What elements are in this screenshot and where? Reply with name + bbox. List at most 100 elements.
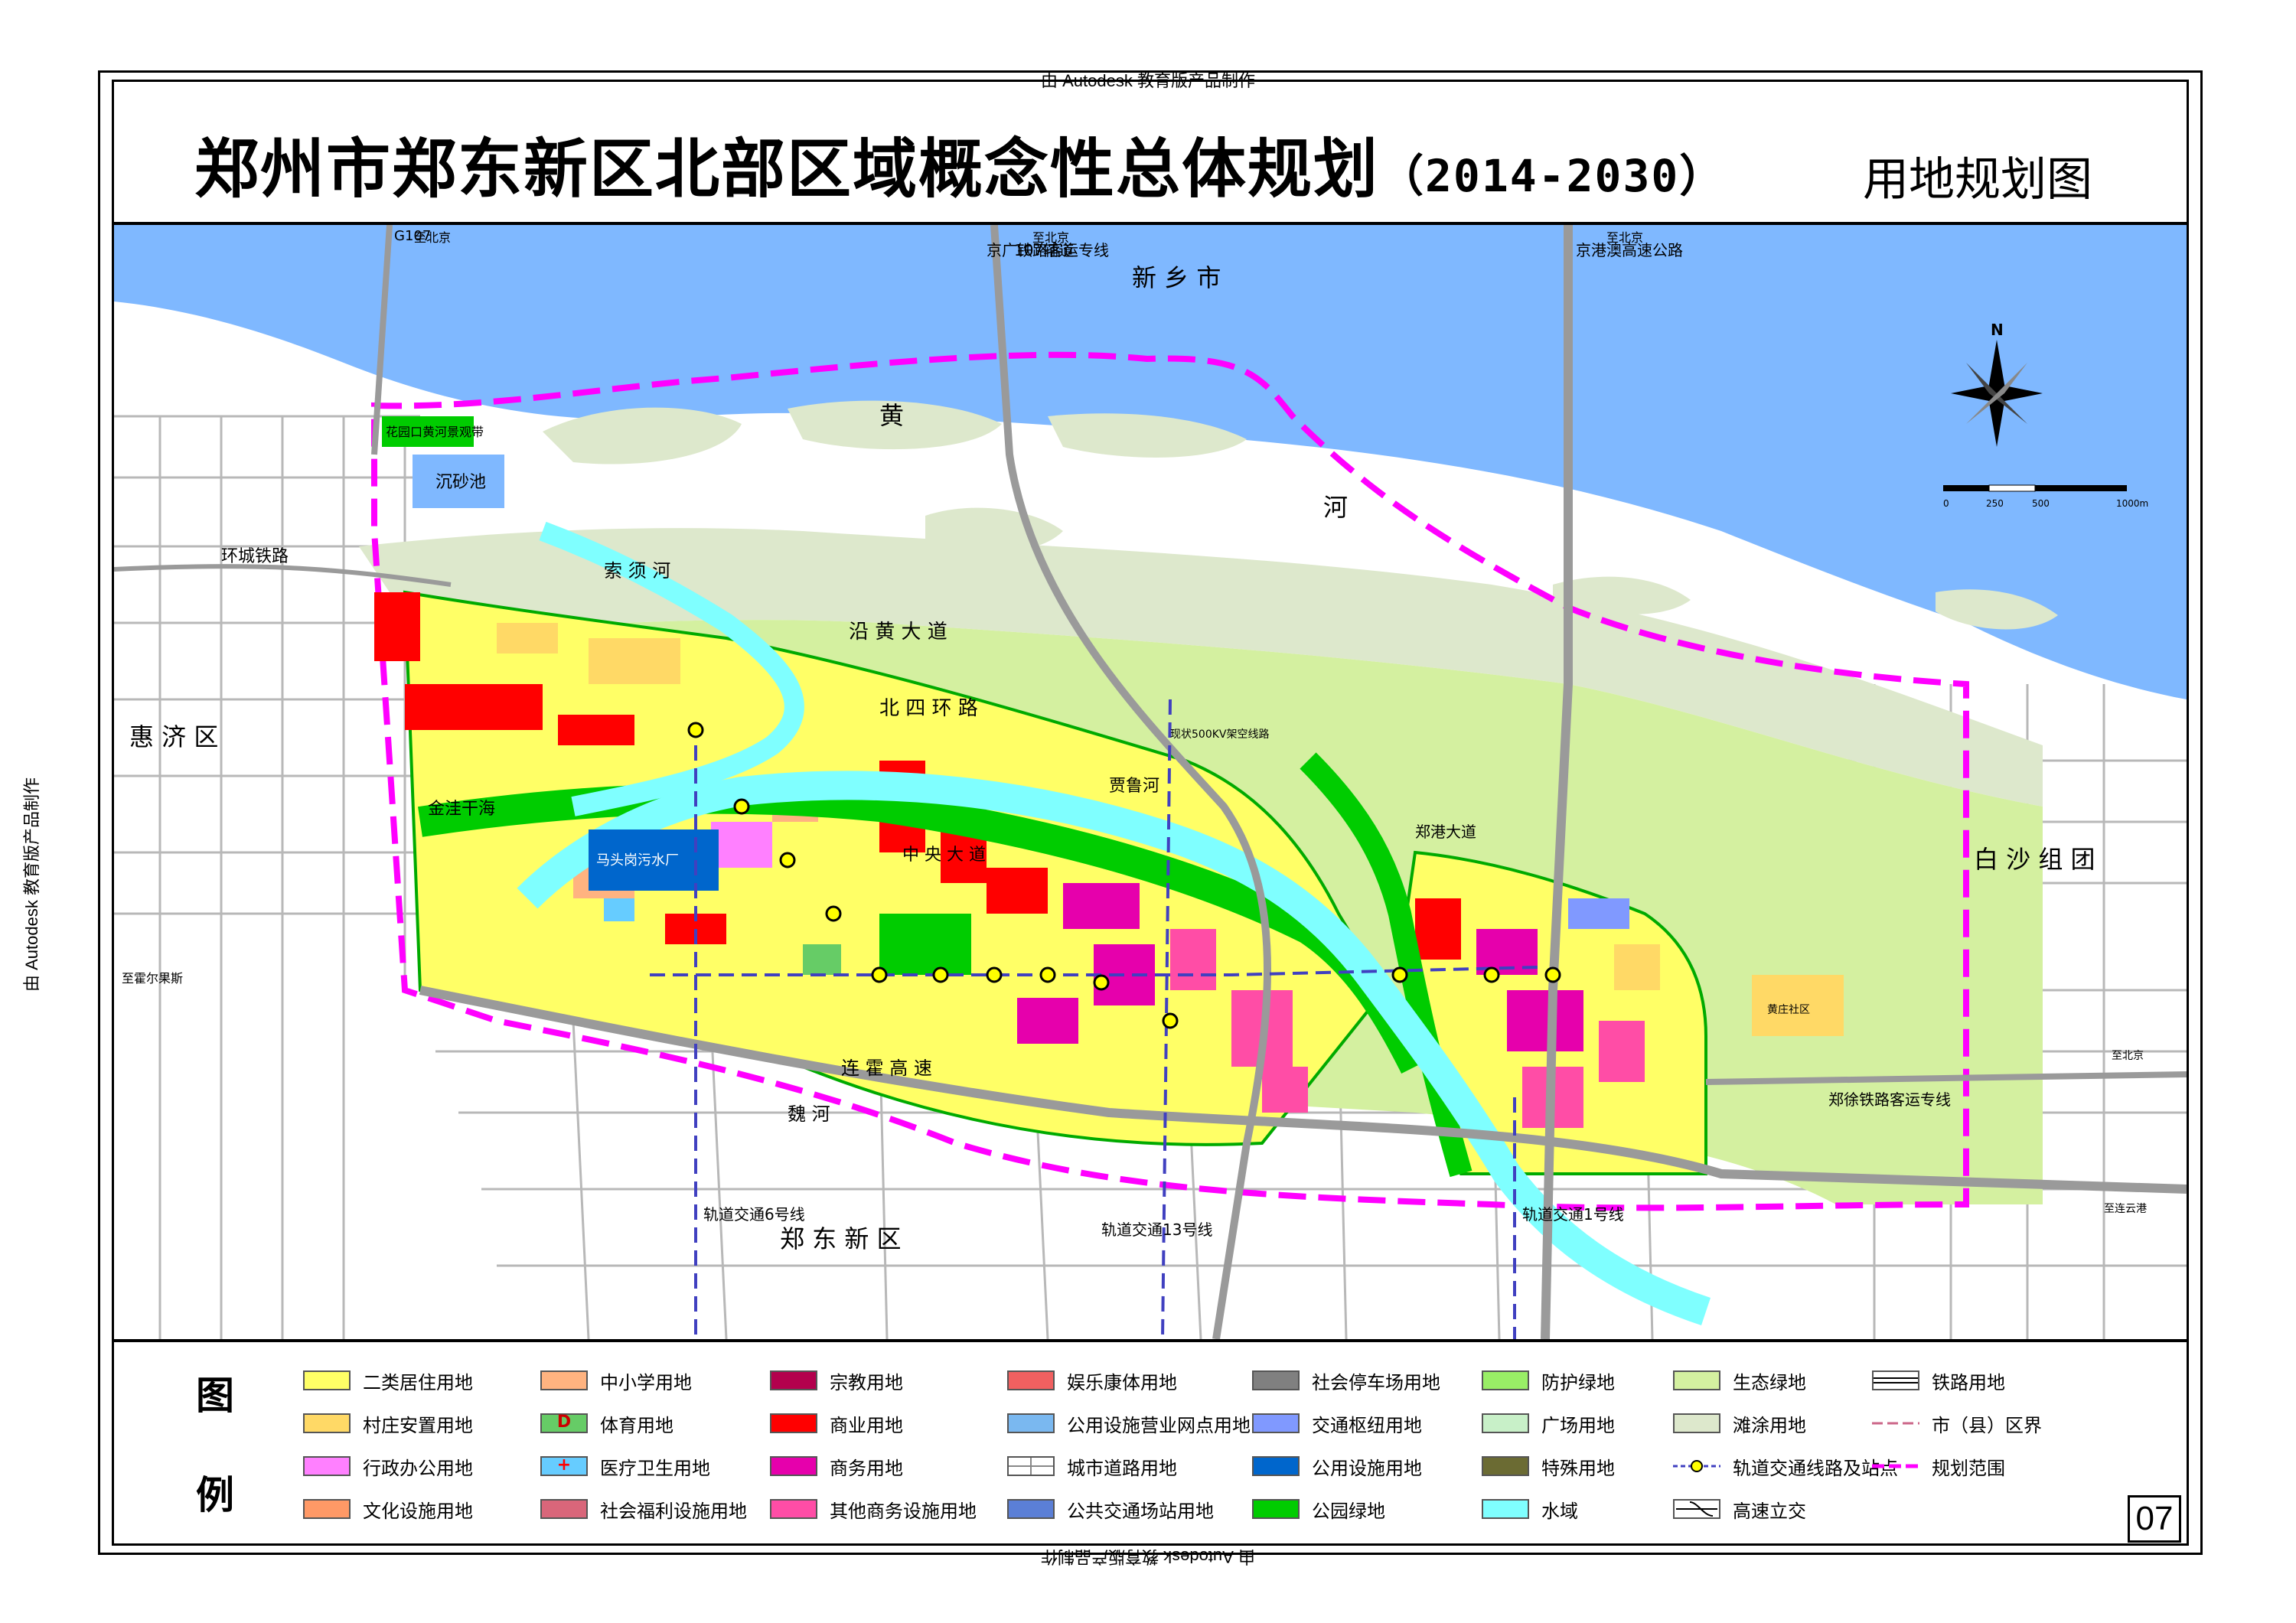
label-huiji: 惠 济 区 bbox=[129, 722, 218, 751]
legend-label: 交通枢纽用地 bbox=[1312, 1414, 1422, 1436]
page-number: 07 bbox=[2128, 1495, 2181, 1543]
legend-swatch bbox=[770, 1413, 817, 1433]
legend-label: 水域 bbox=[1541, 1500, 1578, 1522]
scale-1000: 1000m bbox=[2116, 498, 2148, 509]
main-title: 郑州市郑东新区北部区域概念性总体规划（2014-2030） bbox=[194, 118, 1725, 210]
legend-swatch bbox=[1007, 1413, 1055, 1433]
legend-item: 社会福利设施用地 bbox=[540, 1494, 747, 1524]
label-zhihuoerguosi: 至霍尔果斯 bbox=[122, 971, 183, 986]
legend-swatch bbox=[303, 1370, 351, 1390]
legend-item: 公园绿地 bbox=[1252, 1494, 1385, 1524]
legend-item: 生态绿地 bbox=[1673, 1365, 1806, 1396]
legend-item: 水域 bbox=[1482, 1494, 1578, 1524]
label-guidao13: 轨道交通13号线 bbox=[1101, 1221, 1212, 1239]
legend-swatch bbox=[1007, 1370, 1055, 1390]
legend-label: 商业用地 bbox=[830, 1414, 903, 1436]
legend-item: 村庄安置用地 bbox=[303, 1408, 473, 1439]
legend-item: 公用设施营业网点用地 bbox=[1007, 1408, 1251, 1439]
legend-title-top: 图 bbox=[196, 1374, 234, 1418]
scale-500: 500 bbox=[2032, 498, 2050, 509]
label-jinzhuhai: 金洼干海 bbox=[428, 800, 495, 819]
metro-line-icon bbox=[1673, 1460, 1720, 1472]
legend: 图 例 二类居住用地 村庄安置用地 行政办公用地 文化设施用地 中小学用地 D 体育用地 + 医… bbox=[112, 1339, 2189, 1546]
legend-item: 防护绿地 bbox=[1482, 1365, 1615, 1396]
legend-label: 广场用地 bbox=[1541, 1414, 1615, 1436]
label-baisha: 白 沙 组 团 bbox=[1974, 845, 2095, 874]
label-zhengkang: 郑港大道 bbox=[1415, 823, 1476, 841]
legend-swatch bbox=[303, 1413, 351, 1433]
label-suoxuhe: 索 须 河 bbox=[604, 560, 670, 582]
legend-item: 商务用地 bbox=[770, 1451, 903, 1481]
legend-item: 铁路用地 bbox=[1872, 1365, 2005, 1396]
legend-item: 行政办公用地 bbox=[303, 1451, 473, 1481]
legend-swatch bbox=[1673, 1499, 1720, 1519]
legend-item: 公用设施用地 bbox=[1252, 1451, 1422, 1481]
label-huancheng: 环城铁路 bbox=[221, 547, 289, 566]
legend-swatch bbox=[1252, 1370, 1300, 1390]
legend-swatch bbox=[1673, 1370, 1720, 1390]
legend-swatch bbox=[1007, 1456, 1055, 1476]
legend-swatch bbox=[1482, 1413, 1529, 1433]
label-guidao6: 轨道交通6号线 bbox=[703, 1205, 805, 1224]
legend-swatch bbox=[1673, 1413, 1720, 1433]
legend-item: 滩涂用地 bbox=[1673, 1408, 1806, 1439]
label-huanghe-1: 黄 bbox=[879, 401, 904, 430]
legend-label: 公用设施用地 bbox=[1312, 1457, 1422, 1479]
label-jialu: 贾鲁河 bbox=[1109, 777, 1159, 796]
legend-label: 医疗卫生用地 bbox=[600, 1457, 710, 1479]
interchange-icon bbox=[1676, 1501, 1717, 1517]
legend-item: 商业用地 bbox=[770, 1408, 903, 1439]
legend-item: 文化设施用地 bbox=[303, 1494, 473, 1524]
watermark-left: 由 Autodesk 教育版产品制作 bbox=[21, 777, 41, 992]
legend-swatch bbox=[1252, 1456, 1300, 1476]
legend-label: 公用设施营业网点用地 bbox=[1067, 1414, 1251, 1436]
legend-item: 公共交通场站用地 bbox=[1007, 1494, 1214, 1524]
legend-label: 社会停车场用地 bbox=[1312, 1371, 1440, 1393]
label-zhilianyungang: 至连云港 bbox=[2104, 1203, 2147, 1215]
legend-item: 社会停车场用地 bbox=[1252, 1365, 1440, 1396]
legend-swatch bbox=[540, 1499, 588, 1519]
main-title-text: 郑州市郑东新区北部区域概念性总体规划 bbox=[194, 131, 1380, 207]
label-huayuankou: 花园口黄河景观带 bbox=[386, 425, 484, 439]
main-title-years: （2014-2030） bbox=[1379, 150, 1726, 202]
legend-label: 滩涂用地 bbox=[1733, 1414, 1806, 1436]
legend-swatch: + bbox=[540, 1455, 588, 1476]
legend-item: 市（县）区界 bbox=[1872, 1408, 2042, 1439]
legend-label: 市（县）区界 bbox=[1932, 1414, 2042, 1436]
legend-swatch bbox=[1482, 1456, 1529, 1476]
label-village: 黄庄社区 bbox=[1767, 1003, 1810, 1016]
legend-swatch bbox=[770, 1456, 817, 1476]
legend-item: + 医疗卫生用地 bbox=[540, 1451, 710, 1481]
legend-swatch bbox=[1252, 1499, 1300, 1519]
label-zhengxu: 郑徐铁路客运专线 bbox=[1828, 1090, 1951, 1109]
land-use-map[interactable]: 沉砂池 花园口黄河景观带 马头岗污水厂 N 0 250 500 1000m 新 … bbox=[114, 225, 2187, 1339]
legend-label: 特殊用地 bbox=[1541, 1457, 1615, 1479]
railway-icon bbox=[1874, 1377, 1918, 1383]
legend-item: 广场用地 bbox=[1482, 1408, 1615, 1439]
legend-swatch bbox=[1252, 1413, 1300, 1433]
label-zhongyang: 中 央 大 道 bbox=[902, 846, 986, 865]
label-zhebei: 至北京 bbox=[2112, 1050, 2144, 1062]
legend-swatch bbox=[303, 1499, 351, 1519]
label-xinxiang: 新 乡 市 bbox=[1132, 263, 1221, 292]
legend-title-bottom: 例 bbox=[196, 1473, 234, 1517]
legend-swatch bbox=[770, 1499, 817, 1519]
plan-boundary-icon bbox=[1872, 1464, 1919, 1468]
legend-item: D 体育用地 bbox=[540, 1408, 673, 1439]
legend-label: 行政办公用地 bbox=[363, 1457, 473, 1479]
legend-label: 公园绿地 bbox=[1312, 1500, 1385, 1522]
legend-item: 交通枢纽用地 bbox=[1252, 1408, 1422, 1439]
legend-label: 其他商务设施用地 bbox=[830, 1500, 977, 1522]
legend-item: 娱乐康体用地 bbox=[1007, 1365, 1177, 1396]
label-zhibeijing-1: 至北京 bbox=[414, 230, 451, 245]
label-weihe: 魏 河 bbox=[788, 1103, 830, 1125]
compass-north-label: N bbox=[1991, 321, 2004, 339]
label-beisihuan: 北 四 环 路 bbox=[879, 697, 978, 720]
legend-item: 特殊用地 bbox=[1482, 1451, 1615, 1481]
label-lianhuo: 连 霍 高 速 bbox=[841, 1058, 932, 1079]
legend-swatch bbox=[1872, 1370, 1919, 1390]
label-fudao107: 107辅道 bbox=[1014, 241, 1074, 259]
medical-cross-icon: + bbox=[556, 1455, 572, 1475]
legend-label: 铁路用地 bbox=[1932, 1371, 2005, 1393]
legend-label: 公共交通场站用地 bbox=[1067, 1500, 1214, 1522]
